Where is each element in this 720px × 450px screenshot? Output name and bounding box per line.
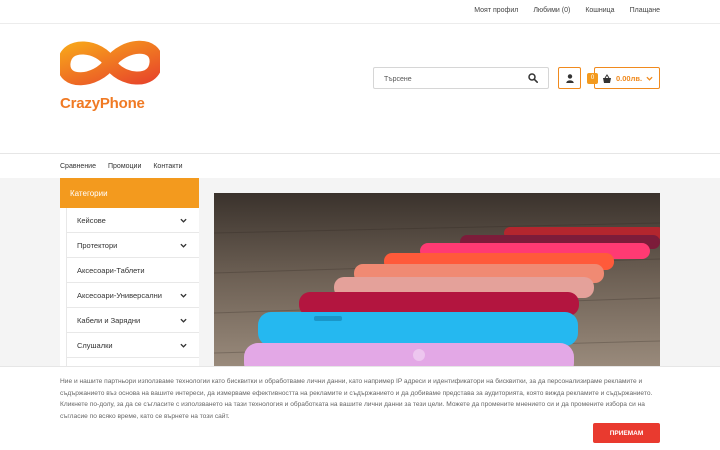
cookie-text: Ние и нашите партньори използваме технол…: [60, 378, 653, 420]
category-item-cables-chargers[interactable]: Кабели и Зарядни: [67, 308, 199, 333]
category-label: Кейсове: [77, 216, 106, 225]
categories-title: Категории: [60, 178, 199, 208]
cart-link[interactable]: Кошница: [585, 7, 614, 14]
chevron-down-icon[interactable]: [180, 292, 187, 299]
category-item-cases[interactable]: Кейсове: [67, 208, 199, 233]
chevron-down-icon[interactable]: [180, 342, 187, 349]
search-box: [373, 67, 549, 90]
nav-contacts[interactable]: Контакти: [153, 163, 182, 170]
category-label: Аксесоари-Таблети: [77, 266, 145, 275]
chevron-down-icon[interactable]: [180, 217, 187, 224]
basket-icon: [603, 74, 611, 83]
colorful-phone-cases-photo: [214, 193, 660, 368]
hero-banner-image[interactable]: [214, 193, 660, 368]
top-links: Моят профил Любими (0) Кошница Плащане: [474, 7, 660, 14]
category-label: Аксесоари-Универсални: [77, 291, 162, 300]
nav-compare[interactable]: Сравнение: [60, 163, 96, 170]
cart-total: 0.00лв.: [616, 74, 643, 83]
category-item-headphones[interactable]: Слушалки: [67, 333, 199, 358]
category-sidebar: Категории Кейсове Протектори Аксесоари-Т…: [60, 178, 199, 383]
site-logo[interactable]: CrazyPhone: [57, 31, 163, 121]
top-bar: Моят профил Любими (0) Кошница Плащане: [0, 0, 720, 24]
cart-button[interactable]: 0 0.00лв.: [587, 67, 660, 89]
search-input[interactable]: [384, 69, 524, 90]
category-label: Кабели и Зарядни: [77, 316, 141, 325]
chevron-down-icon[interactable]: [180, 242, 187, 249]
brand-name: CrazyPhone: [60, 95, 145, 112]
main-nav: Сравнение Промоции Контакти: [0, 153, 720, 178]
category-label: Слушалки: [77, 341, 113, 350]
category-label: Протектори: [77, 241, 118, 250]
accept-cookies-button[interactable]: ПРИЕМАМ: [593, 423, 660, 443]
cookie-consent-banner: Ние и нашите партньори използваме технол…: [0, 366, 720, 450]
my-profile-link[interactable]: Моят профил: [474, 7, 518, 14]
favorites-link[interactable]: Любими (0): [533, 7, 570, 14]
category-item-protectors[interactable]: Протектори: [67, 233, 199, 258]
chevron-down-icon[interactable]: [180, 317, 187, 324]
account-button[interactable]: [558, 67, 581, 89]
user-icon: [565, 73, 574, 83]
search-icon[interactable]: [528, 73, 538, 83]
category-item-universal-accessories[interactable]: Аксесоари-Универсални: [67, 283, 199, 308]
chevron-down-icon: [646, 76, 653, 81]
infinity-logo-icon: [57, 40, 163, 86]
nav-promotions[interactable]: Промоции: [108, 163, 141, 170]
category-item-tablet-accessories[interactable]: Аксесоари-Таблети: [67, 258, 199, 283]
main-content: Категории Кейсове Протектори Аксесоари-Т…: [0, 178, 720, 383]
cart-count-badge: 0: [587, 73, 598, 84]
checkout-link[interactable]: Плащане: [630, 7, 660, 14]
